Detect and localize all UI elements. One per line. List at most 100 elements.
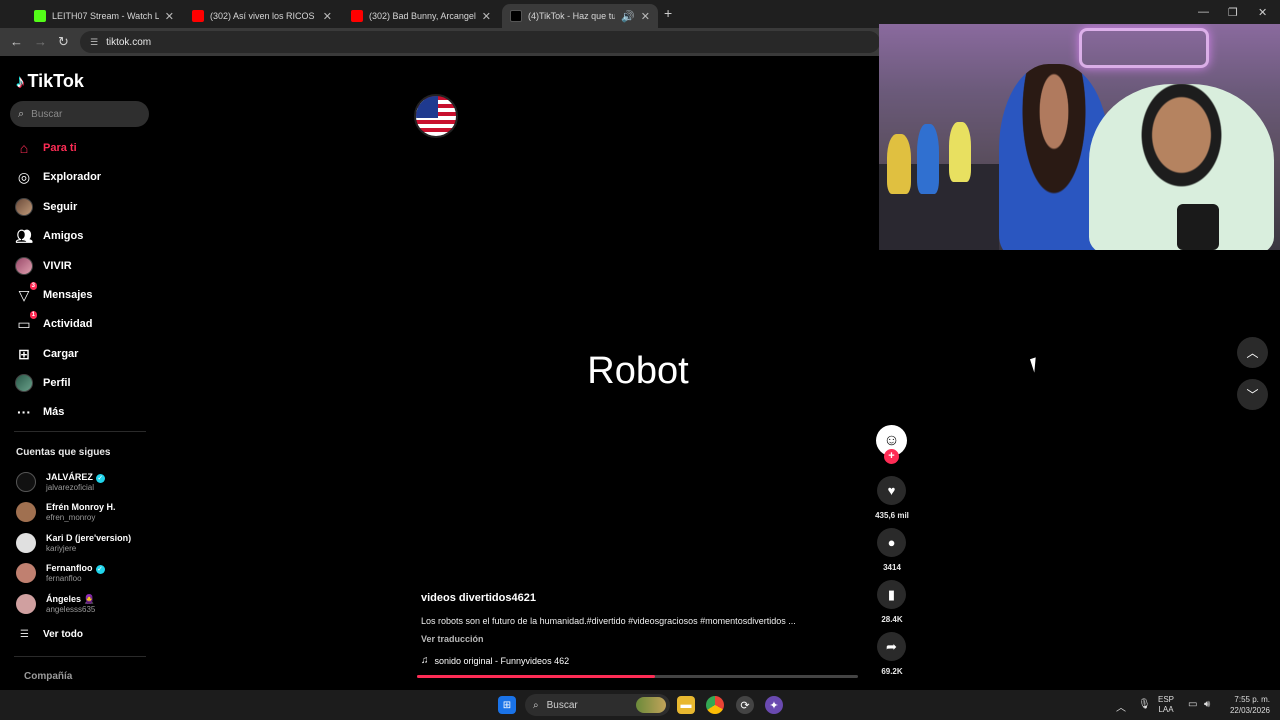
close-window-icon[interactable]: ✕ [1258, 6, 1267, 19]
back-icon[interactable]: ← [10, 34, 23, 49]
browser-tab[interactable]: (302) Bad Bunny, Arcangel, De L ✕ [343, 4, 499, 28]
close-icon[interactable]: ✕ [165, 10, 174, 23]
minimize-icon[interactable]: — [1198, 6, 1209, 18]
close-icon[interactable]: ✕ [323, 10, 332, 23]
divider [14, 656, 146, 657]
nav-more[interactable]: ··· Más [14, 401, 64, 423]
youtube-favicon-icon [351, 10, 363, 22]
chrome-icon[interactable] [706, 696, 724, 714]
account-name: Ángeles 🧕 [46, 593, 95, 604]
avatar [16, 472, 36, 492]
microphone-icon[interactable]: 🎙︎ [1138, 699, 1151, 710]
nav-profile[interactable]: Perfil [14, 372, 71, 394]
browser-tab[interactable]: (302) Así viven los RICOS en Pe ✕ [184, 4, 340, 28]
video-overlay-text: Robot [587, 350, 689, 392]
avatar [16, 502, 36, 522]
divider [14, 431, 146, 432]
clock[interactable]: 7:55 p. m. 22/03/2026 [1224, 694, 1270, 716]
nav-explore[interactable]: ◎ Explorador [14, 166, 101, 188]
app-icon[interactable]: ✦ [765, 696, 783, 714]
tiktok-logo[interactable]: ♪ TikTok [16, 71, 84, 92]
see-all-label: Ver todo [42, 629, 83, 640]
tiktok-note-icon: ♪ [16, 71, 25, 91]
nav-following[interactable]: Seguir [14, 196, 77, 218]
comment-icon: ● [887, 535, 896, 550]
file-explorer-icon[interactable]: ▬ [677, 696, 695, 714]
forward-icon[interactable]: → [34, 34, 47, 49]
browser-tab[interactable]: LEITH07 Stream - Watch Live on ✕ [26, 4, 182, 28]
close-icon[interactable]: ✕ [641, 10, 650, 23]
see-all-link[interactable]: ☰ Ver todo [20, 629, 83, 640]
save-button[interactable]: ▮ [877, 580, 906, 609]
account-name: Fernanfloo [46, 562, 93, 573]
reload-icon[interactable]: ↻ [58, 34, 69, 50]
brand-name: TikTok [27, 71, 84, 91]
following-account[interactable]: Kari D (jere'version) kariyjere [16, 530, 131, 556]
windows-start-icon[interactable]: ⊞ [498, 696, 516, 714]
see-translation-link[interactable]: Ver traducción [421, 634, 484, 644]
avatar-icon [14, 256, 34, 276]
site-info-icon[interactable]: ☰ [90, 37, 98, 48]
nav-label: Perfil [43, 377, 71, 389]
notification-badge: 1 [29, 311, 37, 319]
account-handle: angelesss635 [46, 604, 96, 614]
account-handle: fernanfloo [46, 573, 82, 583]
language-indicator[interactable]: ESP LAA [1158, 695, 1174, 715]
taskbar-search-label: Buscar [546, 699, 578, 711]
upload-icon: ⊞ [18, 345, 30, 362]
account-name: Kari D (jere'version) [46, 532, 132, 543]
avatar [16, 533, 36, 553]
url-field[interactable]: ☰ tiktok.com [80, 31, 880, 53]
following-account[interactable]: Efrén Monroy H. efren_monroy [16, 499, 116, 525]
nav-upload[interactable]: ⊞ Cargar [14, 343, 78, 365]
account-name: Efrén Monroy H. [46, 501, 116, 512]
figurine [917, 124, 939, 194]
volume-icon[interactable]: 🔊︎ [1204, 699, 1210, 710]
sidebar: ♪ TikTok ⌕ Buscar ⌂ Para ti ◎ Explorador… [0, 56, 160, 690]
chevron-up-icon[interactable]: ︿ [1116, 699, 1126, 714]
following-account[interactable]: JALVÁREZ ✓ jalvarezoficial [16, 469, 105, 495]
comment-button[interactable]: ● [877, 528, 906, 557]
account-handle: jalvarezoficial [46, 482, 95, 492]
speaker-icon[interactable]: 🔊 [621, 10, 635, 23]
send-icon: ▽ 3 [18, 282, 37, 303]
verified-icon: ✓ [95, 473, 105, 483]
bookmark-icon: ▮ [887, 586, 896, 602]
tab-title: LEITH07 Stream - Watch Live on [52, 11, 159, 21]
save-count: 28.4K [881, 615, 903, 624]
network-icon[interactable]: ▭ [1188, 699, 1197, 710]
mouse-cursor-icon [1029, 357, 1041, 373]
video-author[interactable]: videos divertidos4621 [421, 592, 536, 604]
following-account[interactable]: Fernanfloo ✓ fernanfloo [16, 560, 105, 586]
share-count: 69.2K [881, 667, 903, 676]
like-button[interactable]: ♥ [877, 476, 906, 505]
nav-messages[interactable]: ▽ 3 Mensajes [14, 282, 93, 306]
next-video-button[interactable]: ﹀ [1237, 379, 1268, 410]
compass-icon: ◎ [17, 168, 31, 185]
browser-tab-active[interactable]: (4)TikTok - Haz que tu día s 🔊 ✕ [502, 4, 658, 28]
nav-friends[interactable]: 👥︎ Amigos [14, 225, 83, 247]
following-account[interactable]: Ángeles 🧕 angelesss635 [16, 591, 95, 617]
close-icon[interactable]: ✕ [482, 10, 491, 23]
nav-activity[interactable]: ▭ 1 Actividad [14, 311, 93, 335]
taskbar-search[interactable]: ⌕ Buscar [525, 694, 670, 716]
keyboard-layout: LAA [1158, 705, 1174, 714]
sound-link[interactable]: ♫ sonido original - Funnyvideos 462 [421, 655, 569, 666]
search-icon: ⌕ [18, 107, 25, 120]
figurine [887, 134, 911, 194]
new-tab-icon[interactable]: + [664, 5, 672, 21]
inbox-icon: ▭ 1 [17, 311, 37, 332]
like-count: 435,6 mil [875, 511, 909, 520]
follow-plus-icon[interactable]: + [884, 449, 899, 464]
app-icon[interactable]: ⟳ [736, 696, 754, 714]
url-text: tiktok.com [106, 36, 152, 48]
share-button[interactable]: ➦ [877, 632, 906, 661]
nav-for-you[interactable]: ⌂ Para ti [14, 137, 77, 159]
company-link[interactable]: Compañía [24, 671, 72, 682]
video-progress-bar[interactable] [417, 675, 858, 678]
previous-video-button[interactable]: ︿ [1237, 337, 1268, 368]
search-input[interactable]: ⌕ Buscar [10, 101, 149, 127]
nav-live[interactable]: VIVIR [14, 255, 72, 277]
kick-favicon-icon [34, 10, 46, 22]
restore-icon[interactable]: ❐ [1228, 6, 1238, 19]
